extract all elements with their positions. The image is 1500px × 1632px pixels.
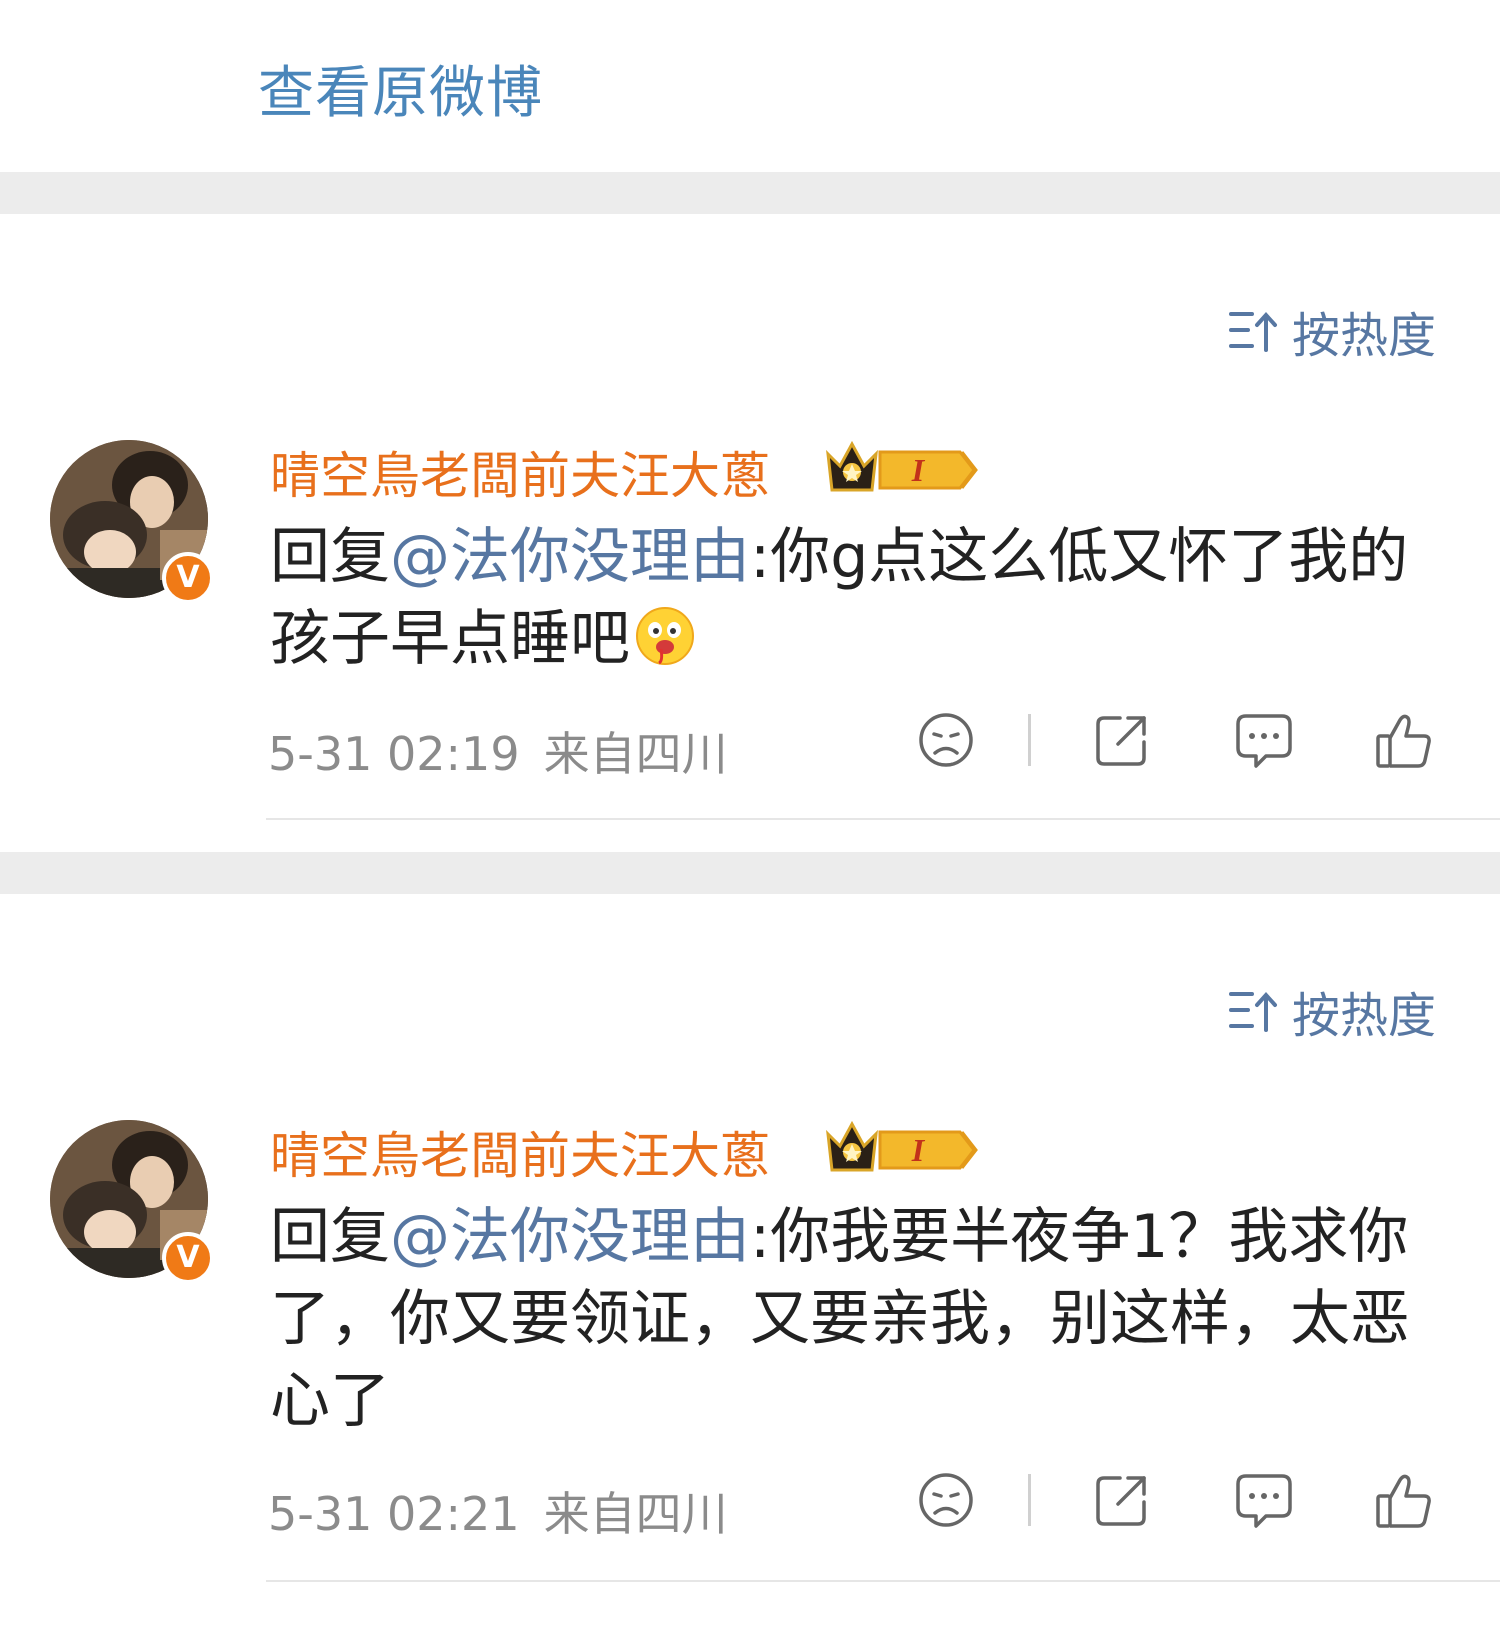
comment-actions [910, 708, 1450, 778]
sort-icon [1228, 312, 1277, 352]
drool-emoji-icon [636, 607, 694, 665]
mention-link[interactable]: @法你没理由 [390, 522, 750, 592]
timestamp: 5-31 02:21 [268, 1487, 520, 1541]
reply-button[interactable] [1232, 1468, 1296, 1532]
action-divider [1028, 714, 1031, 766]
sort-label: 按热度 [1291, 988, 1436, 1044]
comment-divider [266, 818, 1500, 820]
sad-face-icon [919, 713, 973, 767]
sort-by-hot-button[interactable]: 按热度 [1228, 296, 1436, 366]
vip-level-label: I [911, 452, 926, 488]
share-button[interactable] [1090, 1468, 1154, 1532]
sort-label: 按热度 [1291, 308, 1436, 364]
section-separator [0, 852, 1500, 894]
comment-meta: 5-31 02:19 来自四川 [268, 718, 728, 784]
reply-button[interactable] [1232, 708, 1296, 772]
share-icon [1096, 716, 1146, 766]
like-button[interactable] [1372, 1468, 1436, 1532]
dislike-button[interactable] [914, 708, 978, 772]
section-separator [0, 172, 1500, 214]
username[interactable]: 晴空鳥老闆前夫汪大蔥 [270, 436, 770, 508]
share-icon [1096, 1476, 1146, 1526]
mention-link[interactable]: @法你没理由 [390, 1202, 750, 1272]
timestamp: 5-31 02:19 [268, 727, 520, 781]
comment-bubble-icon [1236, 1474, 1292, 1528]
comment-actions [910, 1468, 1450, 1538]
comment-text: 回复@法你没理由:你g点这么低又怀了我的孩子早点睡吧 [270, 516, 1450, 680]
share-button[interactable] [1090, 708, 1154, 772]
sort-by-hot-button[interactable]: 按热度 [1228, 976, 1436, 1046]
thumbs-up-icon [1376, 1474, 1431, 1528]
crown-badge-icon[interactable]: I [822, 438, 982, 496]
like-button[interactable] [1372, 708, 1436, 772]
view-original-weibo-link[interactable]: 查看原微博 [258, 48, 543, 129]
verified-v-icon: V [162, 552, 214, 604]
sad-face-icon [919, 1473, 973, 1527]
reply-prefix: 回复 [270, 522, 390, 592]
vip-level-label: I [911, 1132, 926, 1168]
username[interactable]: 晴空鳥老闆前夫汪大蔥 [270, 1116, 770, 1188]
location: 来自四川 [543, 727, 728, 781]
thumbs-up-icon [1376, 714, 1431, 768]
comment-text: 回复@法你没理由:你我要半夜争1？我求你了，你又要领证，又要亲我，别这样，太恶心… [270, 1196, 1450, 1442]
action-divider [1028, 1474, 1031, 1526]
comment-divider [266, 1580, 1500, 1582]
reply-prefix: 回复 [270, 1202, 390, 1272]
location: 来自四川 [543, 1487, 728, 1541]
comment-bubble-icon [1236, 714, 1292, 768]
sort-icon [1228, 992, 1277, 1032]
comment-meta: 5-31 02:21 来自四川 [268, 1478, 728, 1544]
dislike-button[interactable] [914, 1468, 978, 1532]
crown-badge-icon[interactable]: I [822, 1118, 982, 1176]
verified-v-icon: V [162, 1232, 214, 1284]
